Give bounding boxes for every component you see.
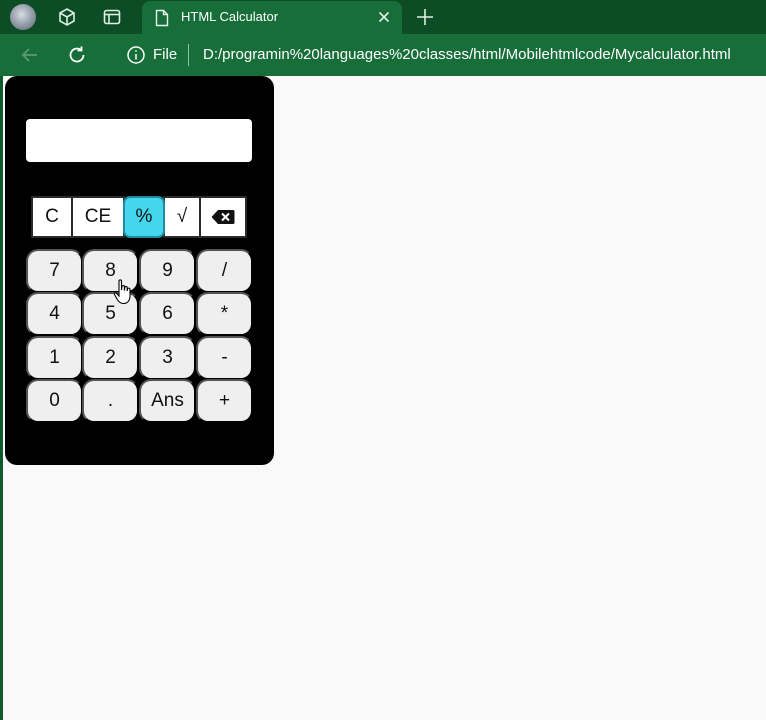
calculator-body: C CE % √ 7 8 9 / 4 5 6 * 1 2 3 - 0 . Ans… [5,76,274,465]
key-9[interactable]: 9 [139,249,196,293]
close-tab-icon[interactable] [376,9,392,25]
hand-cursor-icon [113,279,131,305]
browser-toolbar: File D:/programin%20languages%20classes/… [0,34,766,76]
key-3[interactable]: 3 [139,336,196,380]
key-decimal[interactable]: . [82,379,139,423]
key-add[interactable]: + [196,379,253,423]
key-2[interactable]: 2 [82,336,139,380]
backspace-icon [211,210,235,224]
clear-entry-button[interactable]: CE [71,196,125,238]
workspaces-icon[interactable] [56,6,78,28]
clear-button[interactable]: C [31,196,73,238]
page-content: C CE % √ 7 8 9 / 4 5 6 * 1 2 3 - 0 . Ans… [3,76,766,720]
tab-actions-icon[interactable] [101,6,123,28]
sqrt-button[interactable]: √ [163,196,201,238]
tab-html-calculator[interactable]: HTML Calculator [142,1,402,34]
key-4[interactable]: 4 [26,292,83,336]
page-icon [155,9,169,27]
percent-button[interactable]: % [123,196,165,238]
key-6[interactable]: 6 [139,292,196,336]
key-7[interactable]: 7 [26,249,83,293]
tab-strip: HTML Calculator [0,0,766,34]
key-ans[interactable]: Ans [139,379,196,423]
profile-avatar[interactable] [10,4,36,30]
tab-title: HTML Calculator [181,9,279,24]
address-separator [188,44,189,66]
address-bar-url[interactable]: D:/programin%20languages%20classes/html/… [203,46,731,63]
key-1[interactable]: 1 [26,336,83,380]
backspace-button[interactable] [199,196,247,238]
site-info-icon[interactable] [126,45,146,65]
key-divide[interactable]: / [196,249,253,293]
back-arrow-icon[interactable] [19,44,41,66]
key-0[interactable]: 0 [26,379,83,423]
key-multiply[interactable]: * [196,292,253,336]
calculator-display[interactable] [26,119,252,162]
reload-icon[interactable] [66,44,88,66]
new-tab-icon[interactable] [414,6,436,28]
keypad: 7 8 9 / 4 5 6 * 1 2 3 - 0 . Ans + [26,249,253,423]
key-subtract[interactable]: - [196,336,253,380]
file-scheme-label[interactable]: File [153,46,177,63]
